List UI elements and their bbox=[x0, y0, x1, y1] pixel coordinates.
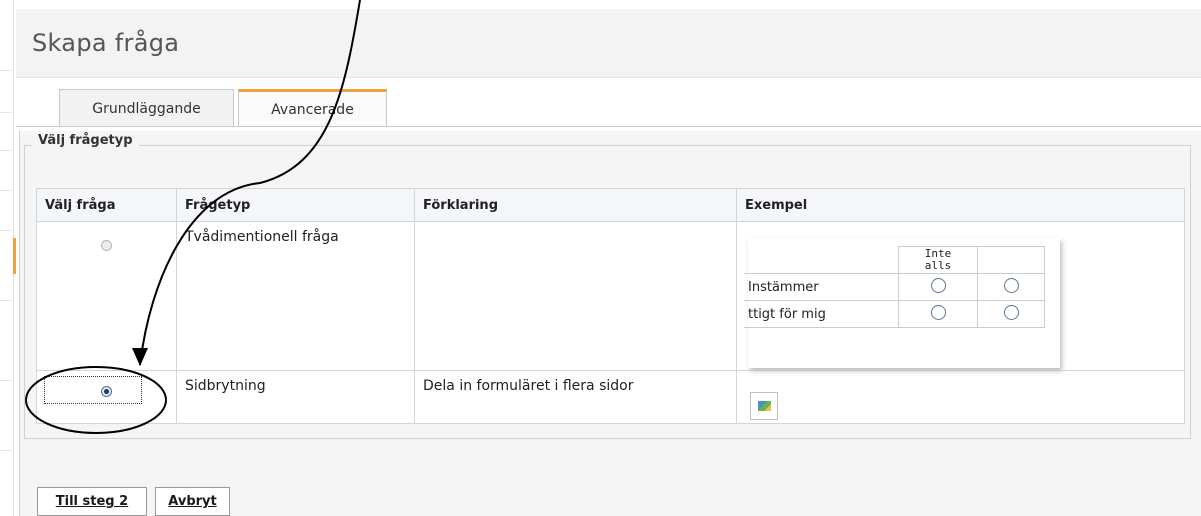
table-row: Sidbrytning Dela in formuläret i flera s… bbox=[36, 370, 1185, 424]
left-navigation-strip bbox=[0, 0, 16, 516]
column-header-exempel: Exempel bbox=[736, 188, 1185, 222]
page-title: Skapa fråga bbox=[32, 29, 180, 57]
example-row-label: ttigt för mig bbox=[744, 300, 899, 328]
top-bar bbox=[0, 0, 1201, 9]
next-step-button[interactable]: Till steg 2 bbox=[37, 487, 147, 516]
question-type-cell: Sidbrytning bbox=[176, 370, 415, 424]
example-radio-icon bbox=[1003, 277, 1019, 293]
example-image-matrix: Inte alls Instämmer ttigt för mig bbox=[744, 238, 1060, 368]
question-type-cell: Tvådimentionell fråga bbox=[176, 221, 415, 371]
radio-focus-outline bbox=[44, 376, 142, 404]
cancel-button[interactable]: Avbryt bbox=[155, 487, 230, 516]
example-cell bbox=[736, 370, 1185, 424]
column-header-valj-fraga: Välj fråga bbox=[36, 188, 177, 222]
select-cell bbox=[36, 221, 177, 371]
explanation-cell: Dela in formuläret i flera sidor bbox=[414, 370, 737, 424]
example-row-label: Instämmer bbox=[744, 273, 899, 301]
column-header-fragetyp: Frågetyp bbox=[176, 188, 415, 222]
tab-grundlaggande[interactable]: Grundläggande bbox=[59, 89, 234, 127]
fieldset-legend: Välj frågetyp bbox=[32, 133, 139, 148]
example-radio-icon bbox=[930, 277, 946, 293]
page-header: Skapa fråga bbox=[16, 9, 1201, 78]
explanation-cell bbox=[414, 221, 737, 371]
table-header-row: Välj fråga Frågetyp Förklaring Exempel bbox=[36, 188, 1185, 222]
column-header-forklaring: Förklaring bbox=[414, 188, 737, 222]
tab-avancerade[interactable]: Avancerade bbox=[238, 89, 387, 127]
example-header: Inte alls bbox=[898, 246, 978, 274]
image-thumbnail-icon[interactable] bbox=[750, 392, 778, 420]
tab-divider bbox=[16, 126, 1201, 127]
example-radio-icon bbox=[1003, 304, 1019, 320]
radio-tvadimentionell[interactable] bbox=[101, 240, 112, 251]
example-radio-icon bbox=[930, 304, 946, 320]
